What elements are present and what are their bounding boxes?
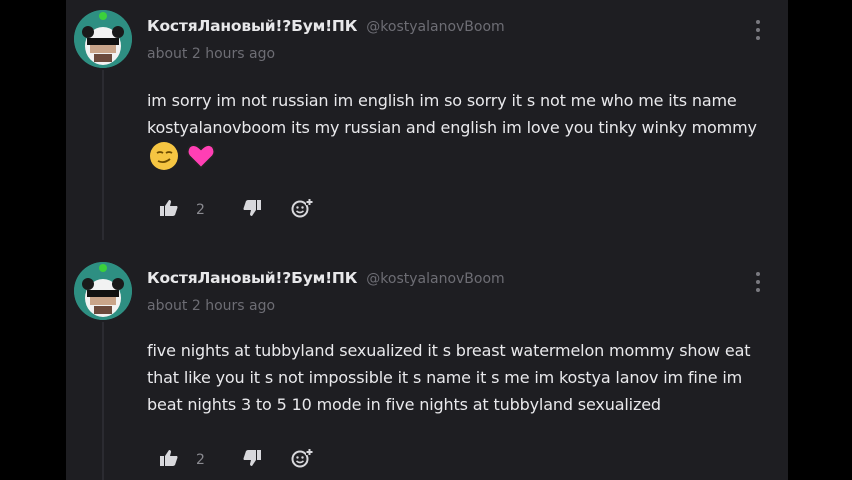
avatar[interactable]	[74, 10, 132, 68]
username[interactable]: КостяЛановый!?Бум!ПК	[147, 269, 357, 287]
dislike-button[interactable]	[243, 200, 261, 220]
comment-header: КостяЛановый!?Бум!ПК @kostyalanovBoom	[147, 16, 505, 38]
like-button[interactable]: 2	[160, 200, 205, 220]
thumbs-up-icon	[160, 200, 178, 220]
add-reaction-button[interactable]	[291, 198, 313, 222]
avatar[interactable]	[74, 262, 132, 320]
avatar-image	[74, 262, 132, 320]
comment-text: im sorry im not russian im english im so…	[147, 91, 757, 137]
comment-actions: 2	[160, 448, 313, 472]
add-reaction-button[interactable]	[291, 448, 313, 472]
comment: КостяЛановый!?Бум!ПК @kostyalanovBoom ab…	[66, 252, 788, 480]
comment-body: im sorry im not russian im english im so…	[147, 87, 777, 179]
more-options-icon[interactable]	[754, 272, 762, 292]
comment-header: КостяЛановый!?Бум!ПК @kostyalanovBoom	[147, 268, 505, 290]
thumbs-up-icon	[160, 450, 178, 470]
more-options-icon[interactable]	[754, 20, 762, 40]
avatar-image	[74, 10, 132, 68]
thread-line	[102, 70, 104, 240]
comment-text: five nights at tubbyland sexualized it s…	[147, 341, 751, 414]
timestamp: about 2 hours ago	[147, 298, 276, 314]
user-handle[interactable]: @kostyalanovBoom	[366, 19, 504, 35]
smirk-face-emoji	[149, 141, 179, 179]
dislike-button[interactable]	[243, 450, 261, 470]
username[interactable]: КостяЛановый!?Бум!ПК	[147, 17, 357, 35]
like-count: 2	[196, 202, 205, 218]
comment-actions: 2	[160, 198, 313, 222]
like-count: 2	[196, 452, 205, 468]
comment: КостяЛановый!?Бум!ПК @kostyalanovBoom ab…	[66, 0, 788, 250]
thumbs-down-icon	[243, 450, 261, 470]
thumbs-down-icon	[243, 200, 261, 220]
add-reaction-icon	[291, 448, 313, 472]
timestamp: about 2 hours ago	[147, 46, 276, 62]
pink-heart-emoji	[186, 142, 216, 178]
add-reaction-icon	[291, 198, 313, 222]
comments-panel: КостяЛановый!?Бум!ПК @kostyalanovBoom ab…	[66, 0, 788, 480]
like-button[interactable]: 2	[160, 450, 205, 470]
user-handle[interactable]: @kostyalanovBoom	[366, 271, 504, 287]
comment-body: five nights at tubbyland sexualized it s…	[147, 337, 777, 418]
thread-line	[102, 322, 104, 480]
